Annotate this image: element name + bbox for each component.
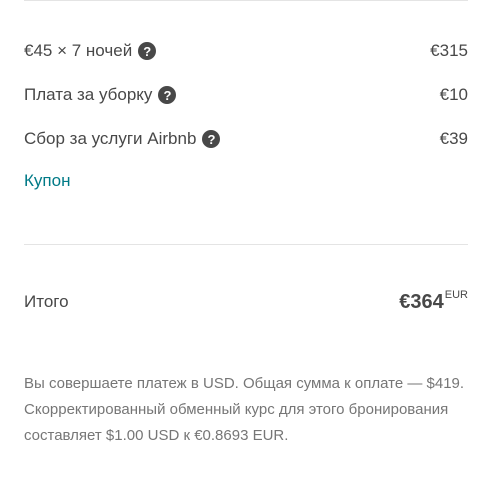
total-amount: €364 EUR <box>399 288 468 314</box>
cleaning-fee-row: Плата за уборку ? €10 <box>24 82 468 108</box>
total-label: Итого <box>24 292 69 311</box>
cleaning-fee-amount: €10 <box>439 85 468 104</box>
service-fee-amount: €39 <box>439 129 468 148</box>
currency-note: Вы совершаете платеж в USD. Общая сумма … <box>24 375 465 444</box>
nightly-price-label: €45 × 7 ночей <box>24 41 133 60</box>
top-divider <box>24 0 468 1</box>
nightly-price-amount: €315 <box>430 41 468 60</box>
total-currency: EUR <box>444 288 468 301</box>
service-fee-label: Сбор за услуги Airbnb <box>24 129 197 148</box>
coupon-link[interactable]: Купон <box>24 171 70 191</box>
total-row: Итого €364 EUR <box>24 289 468 315</box>
total-amount-value: €364 <box>399 290 444 313</box>
cleaning-fee-label: Плата за уборку <box>24 85 153 104</box>
help-icon[interactable]: ? <box>202 130 221 148</box>
nightly-price-row: €45 × 7 ночей ? €315 <box>24 38 468 64</box>
service-fee-row: Сбор за услуги Airbnb ? €39 <box>24 126 468 152</box>
total-divider <box>24 244 468 245</box>
help-icon[interactable]: ? <box>138 42 157 60</box>
price-breakdown: €45 × 7 ночей ? €315 Плата за уборку ? €… <box>0 0 490 500</box>
help-icon[interactable]: ? <box>158 86 177 104</box>
